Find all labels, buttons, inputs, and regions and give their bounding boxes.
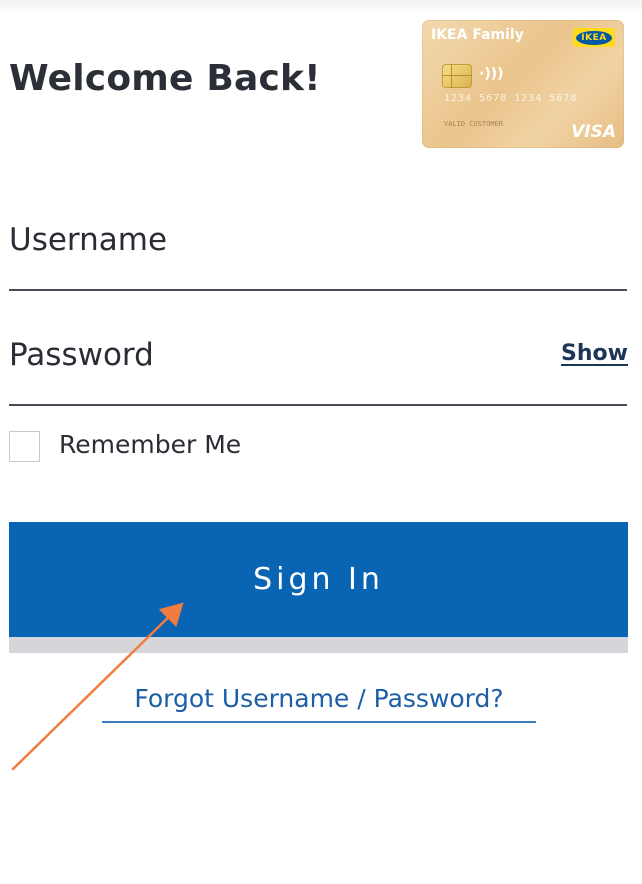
card-holder: VALID CUSTOMER: [444, 120, 504, 128]
forgot-username-password-link[interactable]: Forgot Username / Password?: [102, 684, 536, 723]
contactless-icon: ·))): [479, 66, 504, 82]
visa-logo: VISA: [571, 122, 616, 142]
page-title: Welcome Back!: [9, 58, 321, 99]
remember-me-checkbox[interactable]: [9, 431, 40, 462]
password-field[interactable]: Password: [9, 337, 154, 373]
card-number: 1234 5678 1234 5678: [444, 93, 578, 104]
password-underline: [9, 404, 627, 406]
show-password-link[interactable]: Show: [561, 341, 628, 366]
remember-me-label[interactable]: Remember Me: [59, 430, 241, 459]
chip-icon: [442, 64, 472, 88]
ikea-logo-text: IKEA: [576, 30, 612, 45]
ikea-logo-icon: IKEA: [573, 28, 615, 47]
username-field[interactable]: Username: [9, 222, 167, 258]
ikea-family-card-image: IKEA Family IKEA ·))) 1234 5678 1234 567…: [422, 20, 624, 148]
card-brand: IKEA Family: [431, 27, 524, 43]
sign-in-button[interactable]: Sign In: [9, 522, 628, 637]
username-underline: [9, 289, 627, 291]
top-strip: [0, 0, 642, 14]
